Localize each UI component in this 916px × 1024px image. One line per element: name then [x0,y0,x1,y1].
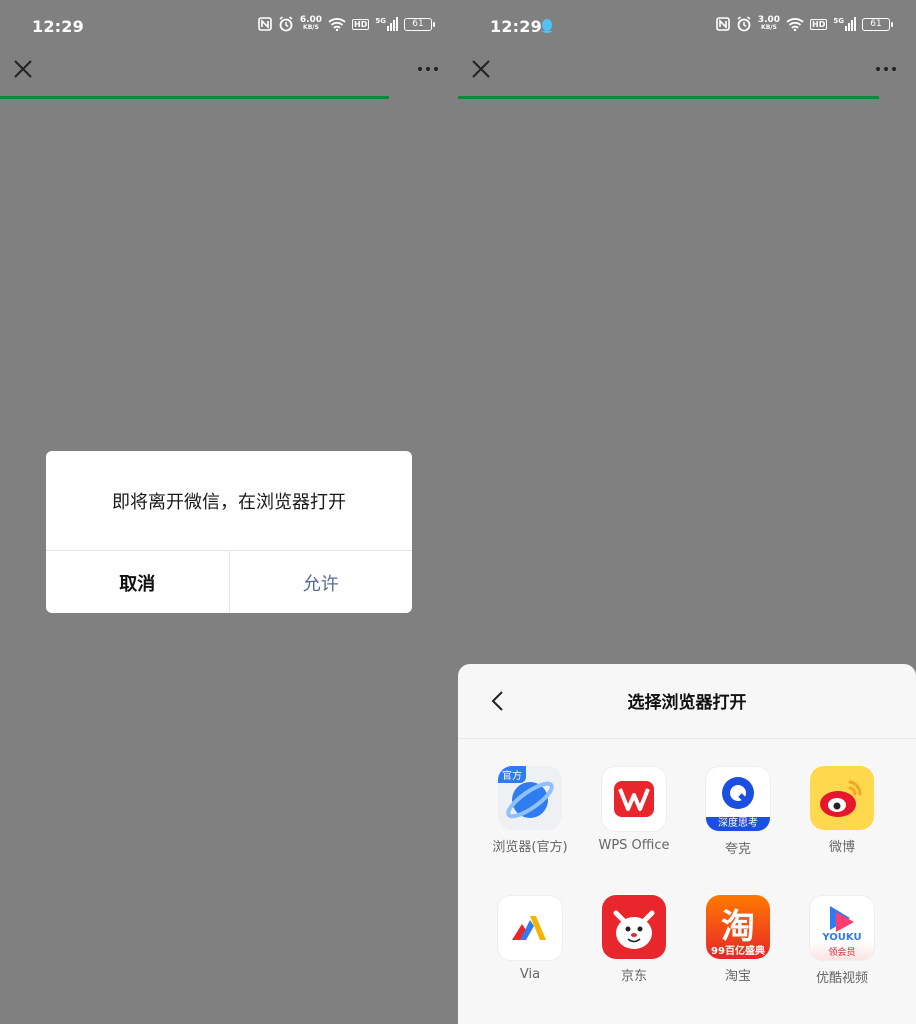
left-screen: 12:29 6.00 KB/S HD 5G 61 即将离开微信，在浏览器打开 取消… [0,0,458,1024]
app-youku[interactable]: YOUKU 领会员 优酷视频 [792,895,892,986]
alarm-icon [737,16,751,32]
battery-icon: 61 [862,17,893,31]
taobao-icon: 淘 99百亿盛典 [706,895,770,959]
app-weibo[interactable]: 微博 [792,766,892,855]
app-label: Via [519,967,541,982]
app-label: 浏览器(官方) [492,840,568,855]
app-label: 京东 [620,969,647,984]
more-icon[interactable] [876,67,896,71]
app-label: 夸克 [724,842,751,857]
jd-icon [602,895,666,959]
cell-signal-icon: 5G [833,17,856,31]
app-via[interactable]: Via [480,895,580,982]
cancel-button[interactable]: 取消 [46,551,230,613]
taobao-glyph: 淘 [721,907,755,947]
hd-badge: HD [810,18,828,30]
quark-badge: 深度思考 [706,817,770,831]
loading-progress-bar [0,96,389,99]
wifi-icon [786,18,804,31]
more-icon[interactable] [418,67,438,71]
sheet-title: 选择浏览器打开 [627,693,747,713]
taobao-badge: 99百亿盛典 [711,946,765,957]
close-icon[interactable] [470,58,492,80]
status-bar: 12:29 3.00 KB/S HD 5G 61 [458,0,916,50]
wifi-icon [328,18,346,31]
app-browser-official[interactable]: 官方 浏览器(官方) [480,766,580,855]
webview-topbar [458,50,916,96]
status-icons: 6.00 KB/S HD 5G 61 [258,15,435,32]
official-badge: 官方 [498,766,526,783]
app-taobao[interactable]: 淘 99百亿盛典 淘宝 [688,895,788,984]
app-label: WPS Office [598,838,670,853]
webview-topbar [0,50,458,96]
status-time: 12:29 [490,17,542,36]
right-screen: 12:29 3.00 KB/S HD 5G 61 选择浏览器打开 官方 浏览器(… [458,0,916,1024]
via-icon [497,895,563,961]
sheet-header: 选择浏览器打开 [458,664,916,739]
status-bar: 12:29 6.00 KB/S HD 5G 61 [0,0,458,50]
network-speed: 6.00 KB/S [299,15,323,32]
dialog-message: 即将离开微信，在浏览器打开 [46,451,412,551]
alarm-icon [279,16,293,32]
leave-wechat-dialog: 即将离开微信，在浏览器打开 取消 允许 [46,451,412,613]
battery-icon: 61 [404,17,435,31]
status-icons: 3.00 KB/S HD 5G 61 [716,15,893,32]
youku-wordmark: YOUKU [822,932,862,943]
qq-notification-icon [541,19,553,33]
cell-signal-icon: 5G [375,17,398,31]
app-wps-office[interactable]: WPS Office [584,766,684,853]
allow-button[interactable]: 允许 [230,551,413,613]
weibo-icon [810,766,874,830]
browser-official-icon: 官方 [498,766,562,830]
youku-badge: 领会员 [828,948,856,958]
app-label: 微博 [828,840,855,855]
quark-icon: 深度思考 [705,766,771,832]
hd-badge: HD [352,18,370,30]
browser-chooser-sheet: 选择浏览器打开 官方 浏览器(官方) WPS Office 深度思考 夸克 微博… [458,664,916,1024]
network-speed: 3.00 KB/S [757,15,781,32]
loading-progress-bar [458,96,879,99]
app-label: 优酷视频 [815,971,868,986]
nfc-icon [716,17,730,31]
close-icon[interactable] [12,58,34,80]
status-time: 12:29 [32,17,84,36]
app-quark[interactable]: 深度思考 夸克 [688,766,788,857]
app-jd[interactable]: 京东 [584,895,684,984]
nfc-icon [258,17,272,31]
youku-icon: YOUKU 领会员 [809,895,875,961]
app-label: 淘宝 [724,969,751,984]
wps-office-icon [601,766,667,832]
